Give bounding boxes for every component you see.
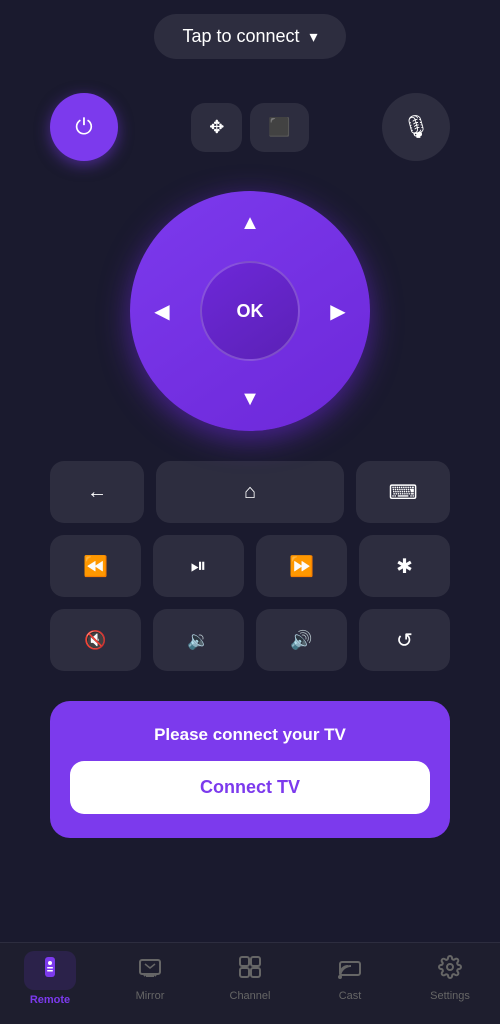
nav-item-settings[interactable]: Settings: [400, 955, 500, 1002]
right-arrow-icon: ▶: [330, 299, 345, 324]
channel-nav-icon: [238, 955, 262, 986]
dpad-left-button[interactable]: ◀: [142, 291, 182, 331]
up-arrow-icon: ▲: [240, 212, 260, 235]
keyboard-icon: ⌨: [389, 480, 418, 505]
play-pause-icon: ⏯: [191, 555, 207, 578]
dpad-container: ▲ ◀ OK ▶ ▼: [130, 191, 370, 431]
remote-area: ⏻ ✥ ⬛ 🎙 ▲ ◀ OK ▶: [0, 73, 500, 890]
vol-up-button[interactable]: 🔊: [256, 609, 347, 671]
row-2: ⏪ ⏯ ⏩ ✱: [50, 535, 450, 597]
connect-pill[interactable]: Tap to connect ▾: [154, 14, 345, 59]
row-3: 🔇 🔉 🔊 ↺: [50, 609, 450, 671]
replay-icon: ↺: [396, 628, 413, 653]
move-button[interactable]: ✥: [191, 103, 242, 152]
row-1: ← ⌂ ⌨: [50, 461, 450, 523]
vol-down-button[interactable]: 🔉: [153, 609, 244, 671]
dpad-outer: ▲ ◀ OK ▶ ▼: [130, 191, 370, 431]
replay-button[interactable]: ↺: [359, 609, 450, 671]
chevron-down-icon: ▾: [310, 27, 318, 47]
connect-tv-section: Please connect your TV Connect TV: [50, 701, 450, 838]
top-bar: Tap to connect ▾: [0, 0, 500, 73]
rewind-icon: ⏪: [83, 554, 108, 579]
top-controls-row: ⏻ ✥ ⬛ 🎙: [50, 93, 450, 161]
fast-forward-icon: ⏩: [289, 554, 314, 579]
keyboard-button[interactable]: ⌨: [356, 461, 450, 523]
cast-nav-icon: [338, 955, 362, 986]
dpad-down-button[interactable]: ▼: [230, 379, 270, 419]
nav-item-channel[interactable]: Channel: [200, 955, 300, 1002]
settings-nav-label: Settings: [430, 990, 470, 1002]
power-icon: ⏻: [75, 114, 92, 140]
vol-down-icon: 🔉: [187, 630, 209, 651]
down-arrow-icon: ▼: [240, 388, 260, 411]
vol-up-icon: 🔊: [290, 630, 312, 651]
back-icon: ←: [87, 481, 107, 504]
back-button[interactable]: ←: [50, 461, 144, 523]
remote-nav-label: Remote: [30, 994, 70, 1006]
settings-nav-icon: [438, 955, 462, 986]
nav-item-remote[interactable]: Remote: [0, 951, 100, 1006]
screen-icon: ⬛: [268, 117, 290, 138]
dpad-up-button[interactable]: ▲: [230, 203, 270, 243]
mic-button[interactable]: 🎙: [382, 93, 450, 161]
nav-active-bg: [24, 951, 76, 990]
home-icon: ⌂: [244, 481, 256, 504]
left-arrow-icon: ◀: [154, 299, 169, 324]
mirror-nav-label: Mirror: [136, 990, 165, 1002]
mute-icon: 🔇: [84, 630, 106, 651]
fast-forward-button[interactable]: ⏩: [256, 535, 347, 597]
connect-tv-button[interactable]: Connect TV: [70, 761, 430, 814]
nav-item-cast[interactable]: Cast: [300, 955, 400, 1002]
rewind-button[interactable]: ⏪: [50, 535, 141, 597]
connect-tv-message: Please connect your TV: [154, 725, 346, 745]
move-icon: ✥: [209, 117, 224, 138]
home-button[interactable]: ⌂: [156, 461, 344, 523]
mute-button[interactable]: 🔇: [50, 609, 141, 671]
mirror-nav-icon: [138, 955, 162, 986]
button-rows: ← ⌂ ⌨ ⏪ ⏯ ⏩ ✱: [50, 461, 450, 671]
asterisk-button[interactable]: ✱: [359, 535, 450, 597]
ok-label: OK: [237, 301, 264, 322]
power-button[interactable]: ⏻: [50, 93, 118, 161]
connect-label: Tap to connect: [182, 26, 299, 47]
screen-button[interactable]: ⬛: [250, 103, 308, 152]
mic-icon: 🎙: [402, 114, 430, 140]
play-pause-button[interactable]: ⏯: [153, 535, 244, 597]
cast-nav-label: Cast: [339, 990, 362, 1002]
ok-button[interactable]: OK: [200, 261, 300, 361]
middle-controls: ✥ ⬛: [191, 103, 309, 152]
asterisk-icon: ✱: [396, 554, 413, 579]
remote-nav-icon: [38, 955, 62, 986]
bottom-nav: Remote Mirror Channel: [0, 942, 500, 1024]
nav-item-mirror[interactable]: Mirror: [100, 955, 200, 1002]
dpad-right-button[interactable]: ▶: [318, 291, 358, 331]
channel-nav-label: Channel: [230, 990, 271, 1002]
